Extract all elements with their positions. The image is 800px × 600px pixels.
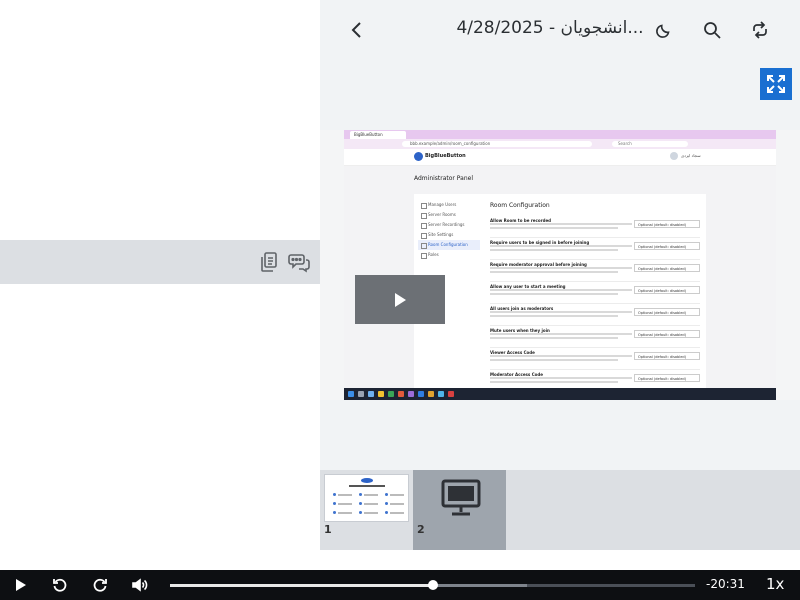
setting-row: Allow any user to start a meeting Optiona… — [490, 282, 700, 304]
nav-item: Server Rooms — [418, 210, 480, 220]
taskbar-app-icon — [448, 391, 454, 397]
presentation-panel: انشجویان - 4/28/2025... BigBlueButton bb… — [320, 0, 800, 570]
taskbar-app-icon — [438, 391, 444, 397]
volume-icon[interactable] — [130, 576, 150, 594]
monitor-icon — [440, 478, 482, 522]
fullscreen-icon — [767, 75, 785, 93]
app-header: BigBlueButton سجاد ایزدی — [344, 149, 776, 166]
nav-item-active: Room Configuration — [418, 240, 480, 250]
stage-footer — [320, 400, 800, 470]
admin-nav: Manage Users Server Rooms Server Recordi… — [418, 200, 480, 260]
thumbnail-1[interactable]: 1 — [320, 470, 413, 550]
screenshare-frame: BigBlueButton bbb.example/admin/room_con… — [344, 130, 776, 400]
thumbnail-strip: 1 2 — [320, 470, 800, 550]
setting-select: Optional (default: disabled) — [634, 220, 700, 228]
sync-icon[interactable] — [746, 16, 774, 44]
video-stage[interactable]: BigBlueButton bbb.example/admin/room_con… — [320, 130, 800, 400]
play-icon — [395, 292, 406, 307]
setting-select: Optional (default: disabled) — [634, 286, 700, 294]
url-field: bbb.example/admin/room_configuration — [402, 141, 592, 147]
user-name: سجاد ایزدی — [681, 153, 701, 158]
taskbar-app-icon — [418, 391, 424, 397]
brand-name: BigBlueButton — [425, 153, 466, 159]
taskbar-app-icon — [398, 391, 404, 397]
settings-list: Allow Room to be recorded Optional (defau… — [490, 216, 700, 392]
forward-icon[interactable] — [90, 576, 110, 594]
chevron-left-icon[interactable] — [343, 16, 371, 44]
thumbnail-number: 1 — [324, 523, 332, 536]
setting-select: Optional (default: disabled) — [634, 352, 700, 360]
taskbar-app-icon — [388, 391, 394, 397]
taskbar-app-icon — [358, 391, 364, 397]
rewind-icon[interactable] — [50, 576, 70, 594]
setting-select: Optional (default: disabled) — [634, 330, 700, 338]
play-button[interactable] — [355, 275, 445, 324]
setting-row: Require users to be signed in before joi… — [490, 238, 700, 260]
time-remaining: -20:31 — [706, 577, 745, 591]
scrubber-handle[interactable] — [427, 580, 438, 590]
presentation-header: انشجویان - 4/28/2025... — [320, 0, 800, 130]
moon-icon[interactable] — [650, 16, 678, 44]
setting-row: Mute users when they join Optional (defau… — [490, 326, 700, 348]
browser-urlbar: bbb.example/admin/room_configuration Sea… — [344, 139, 776, 149]
search-icon[interactable] — [698, 16, 726, 44]
nav-item: Server Recordings — [418, 220, 480, 230]
admin-title: Administrator Panel — [414, 175, 473, 182]
taskbar-app-icon — [378, 391, 384, 397]
played-bar — [170, 584, 433, 587]
start-icon — [348, 391, 354, 397]
brand-logo — [414, 152, 423, 161]
play-icon[interactable] — [10, 576, 30, 594]
browser-search: Search — [612, 141, 688, 147]
progress-bar[interactable] — [170, 580, 695, 590]
chat-toolbar — [0, 240, 320, 284]
copy-icon[interactable] — [257, 250, 281, 274]
avatar — [670, 152, 678, 160]
taskbar-app-icon — [408, 391, 414, 397]
nav-item: Roles — [418, 250, 480, 260]
taskbar-app-icon — [428, 391, 434, 397]
setting-select: Optional (default: disabled) — [634, 264, 700, 272]
page-title: انشجویان - 4/28/2025... — [456, 18, 644, 38]
player-controls: -20:31 1x — [0, 570, 800, 600]
setting-row: Allow Room to be recorded Optional (defau… — [490, 216, 700, 238]
left-panel — [0, 0, 320, 570]
slide-preview — [324, 474, 409, 522]
setting-select: Optional (default: disabled) — [634, 308, 700, 316]
fullscreen-button[interactable] — [760, 68, 792, 100]
admin-card: Manage Users Server Rooms Server Recordi… — [414, 194, 706, 392]
thumbnail-2[interactable]: 2 — [413, 470, 506, 550]
os-taskbar — [344, 388, 776, 400]
setting-row: Viewer Access Code Optional (default: dis… — [490, 348, 700, 370]
nav-item: Site Settings — [418, 230, 480, 240]
taskbar-app-icon — [368, 391, 374, 397]
setting-select: Optional (default: disabled) — [634, 242, 700, 250]
nav-item: Manage Users — [418, 200, 480, 210]
setting-select: Optional (default: disabled) — [634, 374, 700, 382]
section-title: Room Configuration — [490, 202, 550, 209]
chat-icon[interactable] — [287, 250, 311, 274]
browser-tabbar: BigBlueButton — [344, 130, 776, 139]
setting-row: All users join as moderators Optional (de… — [490, 304, 700, 326]
browser-tab: BigBlueButton — [350, 131, 406, 139]
setting-row: Require moderator approval before joinin… — [490, 260, 700, 282]
thumbnail-number: 2 — [417, 523, 425, 536]
playback-rate-button[interactable]: 1x — [766, 575, 784, 593]
